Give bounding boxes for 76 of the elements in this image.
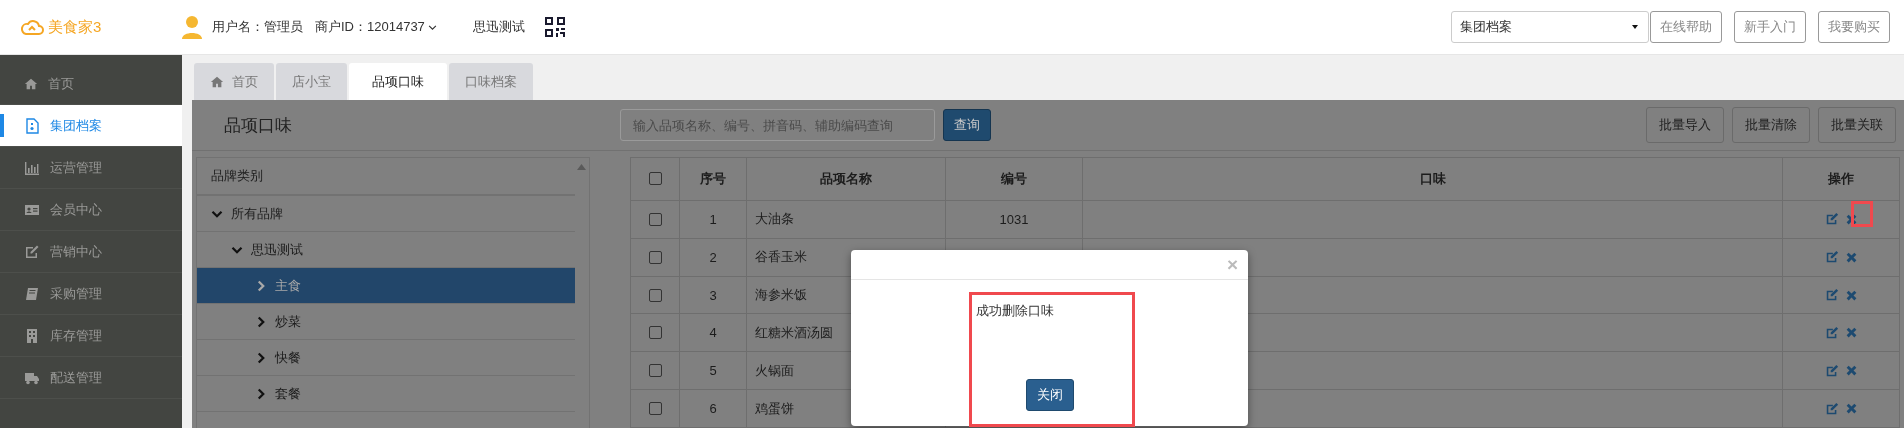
table-cell: 1031	[945, 200, 1083, 239]
column-header: 编号	[945, 157, 1083, 201]
table-cell: 2	[679, 238, 747, 277]
tab[interactable]: 店小宝	[276, 63, 347, 100]
chevron-right-icon[interactable]	[255, 387, 267, 400]
header-button[interactable]: 在线帮助	[1650, 11, 1722, 43]
delete-icon[interactable]	[1844, 250, 1858, 264]
caret-icon	[427, 22, 437, 32]
delete-icon[interactable]	[1844, 288, 1858, 302]
checkbox[interactable]	[648, 172, 662, 186]
tree-item[interactable]: 所有品牌	[197, 196, 575, 232]
header-button[interactable]: 新手入门	[1734, 11, 1806, 43]
edit-icon[interactable]	[1824, 325, 1839, 340]
table-cell: 1	[679, 200, 747, 239]
store-name-text: 思迅测试	[472, 18, 525, 36]
edit-icon[interactable]	[1824, 288, 1839, 302]
column-header: 操作	[1782, 157, 1900, 201]
sidebar-item[interactable]: 集团档案	[0, 105, 182, 147]
tree-item[interactable]: 快餐	[197, 340, 575, 376]
edit-icon[interactable]	[1824, 250, 1839, 265]
cloud-logo-icon	[20, 18, 44, 36]
checkbox[interactable]	[648, 288, 662, 302]
tab[interactable]: 口味档案	[449, 63, 533, 100]
close-button[interactable]: 关闭	[1025, 379, 1074, 411]
tree-header: 品牌类别	[197, 158, 575, 196]
bar-chart-icon	[24, 159, 40, 176]
chevron-right-icon[interactable]	[255, 351, 267, 364]
tab[interactable]: 首页	[194, 63, 274, 100]
chevron-right-icon[interactable]	[255, 315, 267, 328]
column-header: 口味	[1082, 157, 1783, 201]
search-button[interactable]: 查询	[943, 109, 991, 141]
batch-action-button[interactable]: 批量清除	[1732, 107, 1810, 143]
table-cell: 4	[679, 313, 747, 352]
batch-action-button[interactable]: 批量关联	[1818, 107, 1896, 143]
book-icon	[24, 285, 40, 302]
merchant-id-dropdown[interactable]: 商户ID：12014737	[315, 18, 437, 36]
batch-action-button[interactable]: 批量导入	[1646, 107, 1724, 143]
table-cell: 5	[679, 351, 747, 390]
column-header: 序号	[679, 157, 747, 201]
page-title: 品项口味	[224, 114, 293, 137]
group-select[interactable]: 集团档案	[1451, 11, 1649, 43]
username-text: 用户名：管理员	[212, 18, 303, 36]
edit-icon[interactable]	[1824, 212, 1839, 227]
qr-code-icon[interactable]	[544, 17, 565, 37]
home-icon	[24, 76, 38, 91]
home-icon	[210, 74, 224, 89]
chevron-right-icon[interactable]	[255, 279, 267, 292]
user-avatar-icon	[182, 15, 202, 39]
delete-icon[interactable]	[1844, 402, 1858, 416]
document-icon	[24, 117, 40, 134]
checkbox[interactable]	[648, 250, 662, 264]
scroll-up-icon[interactable]	[577, 164, 586, 170]
checkbox[interactable]	[648, 364, 662, 378]
edit-icon[interactable]	[1824, 363, 1839, 378]
building-icon	[24, 327, 40, 344]
dialog-message: 成功删除口味	[975, 302, 1054, 320]
tab[interactable]: 品项口味	[349, 63, 447, 100]
header-button[interactable]: 我要购买	[1818, 11, 1890, 43]
checkbox[interactable]	[648, 402, 662, 416]
delete-icon[interactable]	[1844, 364, 1858, 378]
tree-item[interactable]: 主食	[197, 268, 575, 304]
checkbox[interactable]	[648, 326, 662, 340]
delete-icon[interactable]	[1844, 326, 1858, 340]
edit-icon[interactable]	[1824, 401, 1839, 416]
edit-icon	[24, 243, 40, 260]
table-cell: 大油条	[746, 200, 946, 239]
checkbox[interactable]	[648, 212, 662, 226]
dropdown-caret-icon	[1630, 23, 1640, 31]
table-cell: 3	[679, 276, 747, 314]
tree-item[interactable]: 套餐	[197, 376, 575, 412]
highlight-frame	[1851, 201, 1873, 228]
table-cell: 6	[679, 389, 747, 428]
column-header: 品项名称	[746, 157, 946, 201]
tree-item[interactable]: 炒菜	[197, 304, 575, 340]
app-logo-text: 美食家3	[48, 17, 102, 37]
delete-icon[interactable]	[1844, 212, 1858, 226]
